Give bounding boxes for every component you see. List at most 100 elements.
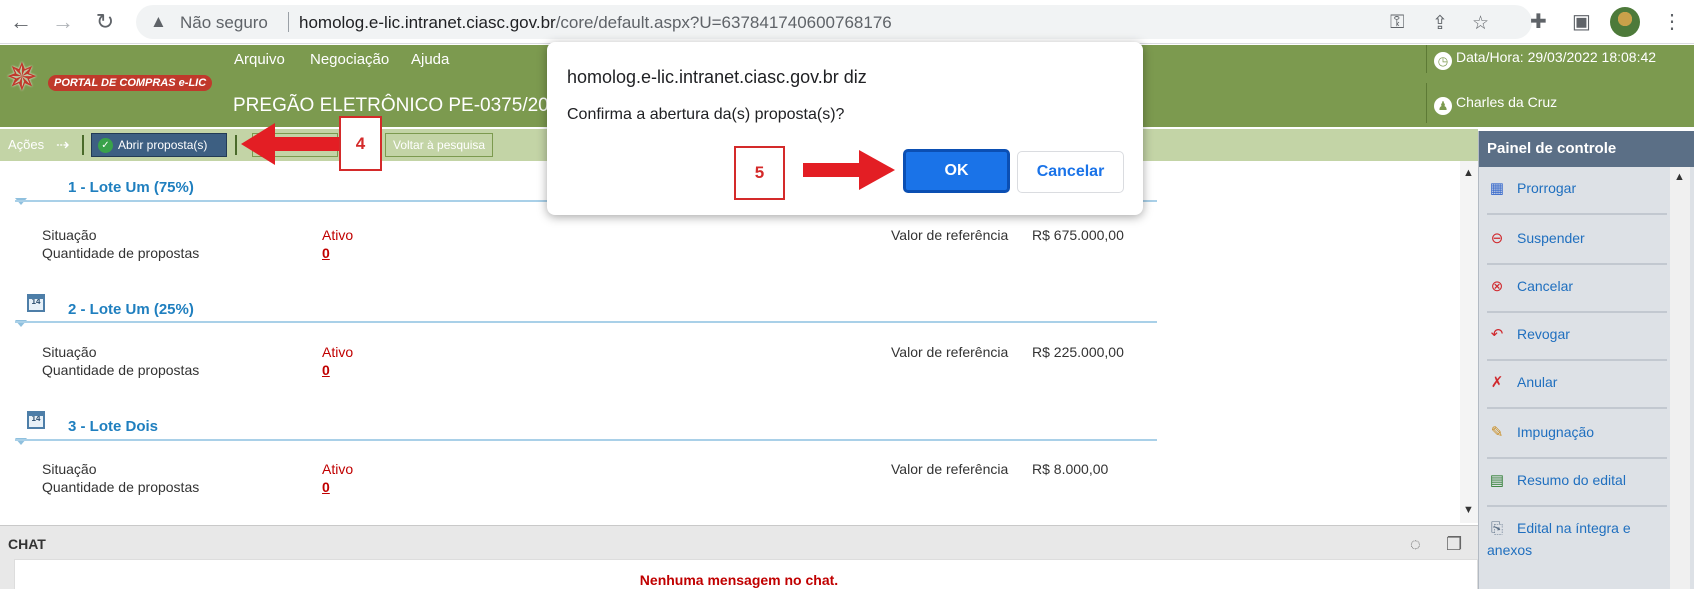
address-separator (288, 12, 289, 32)
datetime-text: Data/Hora: 29/03/2022 18:08:42 (1456, 49, 1657, 65)
open-proposals-button[interactable]: ✓ Abrir proposta(s) (91, 133, 227, 157)
scroll-up-icon[interactable]: ▲ (1463, 167, 1474, 179)
document-icon: ▤ (1489, 472, 1505, 489)
address-bar[interactable]: ▲ Não seguro homolog.e-lic.intranet.cias… (136, 5, 1532, 39)
panel-item-anular[interactable]: ✗ Anular (1487, 361, 1667, 409)
panel-item-prorrogar[interactable]: ▦ Prorrogar (1487, 167, 1667, 215)
star-icon[interactable]: ☆ (1472, 12, 1489, 35)
qtd-label: Quantidade de propostas (42, 479, 200, 495)
annotation-arrow-4 (241, 123, 341, 165)
panel-item-cancelar[interactable]: ⊗ Cancelar (1487, 265, 1667, 313)
paperclip-icon: ⎘ (1490, 520, 1503, 537)
ref-label: Valor de referência (891, 227, 1009, 243)
ref-label: Valor de referência (891, 344, 1009, 360)
main-scrollbar[interactable] (1460, 161, 1478, 523)
open-proposals-label: Abrir proposta(s) (118, 138, 208, 152)
browser-toolbar: ← → ↻ ▲ Não seguro homolog.e-lic.intrane… (0, 0, 1694, 44)
cancel-button[interactable]: Cancelar (1017, 151, 1124, 193)
dialog-origin: homolog.e-lic.intranet.ciasc.gov.br diz (567, 67, 867, 87)
header-divider (1426, 45, 1427, 73)
lot-title[interactable]: 2 - Lote Um (25%) (68, 301, 194, 318)
panel-item-label: Impugnação (1517, 424, 1595, 440)
panel-item-label: Anular (1517, 374, 1558, 390)
clock-icon: ◷ (1434, 52, 1452, 70)
minus-circle-icon: ⊖ (1490, 230, 1504, 247)
toolbar-divider (82, 135, 84, 155)
menu-icon[interactable]: ⋮ (1662, 9, 1682, 34)
calendar-icon: 14 (27, 411, 45, 429)
reload-icon[interactable]: ↻ (92, 9, 118, 35)
portal-logo[interactable]: PORTAL DE COMPRAS e-LIC (48, 75, 213, 91)
panel-item-suspender[interactable]: ⊖ Suspender (1487, 217, 1667, 265)
menu-ajuda[interactable]: Ajuda (411, 51, 449, 68)
ref-label: Valor de referência (891, 461, 1009, 477)
cross-document-icon: ✗ (1490, 374, 1504, 391)
speech-bubble-icon[interactable]: ◌ (1410, 534, 1421, 555)
panel-title: Painel de controle (1479, 131, 1694, 167)
annotation-arrow-5 (803, 150, 895, 190)
lot-title[interactable]: 1 - Lote Um (75%) (68, 179, 194, 196)
user-icon: ♟ (1434, 97, 1452, 115)
back-to-search-label: Voltar à pesquisa (393, 138, 486, 152)
chat-panel: CHAT ◌ ❐ Nenhuma mensagem no chat. (0, 525, 1478, 589)
menu-arquivo[interactable]: Arquivo (234, 51, 285, 68)
key-icon[interactable]: ⚿ (1390, 12, 1404, 34)
share-icon[interactable]: ⇪ (1432, 12, 1448, 35)
qtd-label: Quantidade de propostas (42, 245, 200, 261)
annotation-step-5: 5 (734, 146, 785, 200)
qtd-label: Quantidade de propostas (42, 362, 200, 378)
avatar[interactable] (1610, 7, 1640, 37)
lot-title[interactable]: 3 - Lote Dois (68, 418, 158, 435)
url-host: homolog.e-lic.intranet.ciasc.gov.br (299, 13, 556, 32)
url-text[interactable]: homolog.e-lic.intranet.ciasc.gov.br/core… (299, 13, 892, 33)
user-info: ♟ Charles da Cruz (1434, 94, 1557, 115)
ref-value: R$ 8.000,00 (1032, 461, 1109, 477)
qtd-value[interactable]: 0 (322, 362, 330, 378)
ok-button[interactable]: OK (903, 149, 1010, 193)
panel-item-label: Cancelar (1517, 278, 1574, 294)
chat-empty-message: Nenhuma mensagem no chat. (639, 572, 839, 588)
forward-icon[interactable]: → (50, 9, 76, 35)
toolbar-divider (235, 135, 237, 155)
arrow-right-icon: ⇢ (56, 137, 70, 154)
pencil-icon: ✎ (1490, 424, 1504, 441)
scroll-down-icon[interactable]: ▼ (1463, 504, 1474, 516)
situacao-value: Ativo (322, 227, 354, 243)
qtd-value[interactable]: 0 (322, 245, 330, 261)
main-content: 1 - Lote Um (75%) Situação Quantidade de… (0, 161, 1478, 523)
x-circle-icon: ⊗ (1490, 278, 1504, 295)
control-panel: Painel de controle ▦ Prorrogar ⊖ Suspend… (1478, 131, 1694, 589)
panel-item-label: anexos (1487, 542, 1533, 558)
panel-item-impugnacao[interactable]: ✎ Impugnação (1487, 411, 1667, 459)
panel-scroll-up-icon[interactable]: ▲ (1674, 171, 1685, 183)
lot-divider (15, 439, 1157, 441)
qtd-value[interactable]: 0 (322, 479, 330, 495)
window-icon[interactable]: ❐ (1446, 534, 1462, 555)
situacao-value: Ativo (322, 461, 354, 477)
panel-item-edital[interactable]: ⎘ Edital na íntegra e anexos (1487, 507, 1667, 589)
situacao-label: Situação (42, 344, 97, 360)
annotation-step-4: 4 (339, 116, 382, 171)
panel-item-label: Resumo do edital (1517, 472, 1626, 488)
chat-title: CHAT (8, 536, 46, 552)
menu-negociacao[interactable]: Negociação (310, 51, 389, 68)
datetime: ◷ Data/Hora: 29/03/2022 18:08:42 (1434, 49, 1656, 70)
panel-item-resumo[interactable]: ▤ Resumo do edital (1487, 459, 1667, 507)
panel-scrollbar[interactable] (1670, 167, 1690, 589)
dialog-message: Confirma a abertura da(s) proposta(s)? (567, 106, 845, 123)
panel-item-revogar[interactable]: ↶ Revogar (1487, 313, 1667, 361)
warning-icon: ▲ (150, 12, 167, 31)
extensions-icon[interactable]: ✚ (1530, 9, 1547, 34)
sidepanel-icon[interactable]: ▣ (1572, 9, 1591, 34)
back-icon[interactable]: ← (8, 9, 34, 35)
situacao-value: Ativo (322, 344, 354, 360)
panel-item-label: Prorrogar (1517, 180, 1577, 196)
acoes-label: Ações (8, 137, 45, 152)
back-to-search-button[interactable]: Voltar à pesquisa (385, 133, 494, 157)
panel-item-label: Suspender (1517, 230, 1585, 246)
check-icon: ✓ (98, 138, 113, 153)
confirm-dialog: homolog.e-lic.intranet.ciasc.gov.br diz … (547, 42, 1143, 215)
undo-document-icon: ↶ (1490, 326, 1504, 343)
url-path: /core/default.aspx?U=637841740600768176 (555, 13, 892, 32)
panel-item-label: Edital na íntegra e (1517, 520, 1631, 536)
